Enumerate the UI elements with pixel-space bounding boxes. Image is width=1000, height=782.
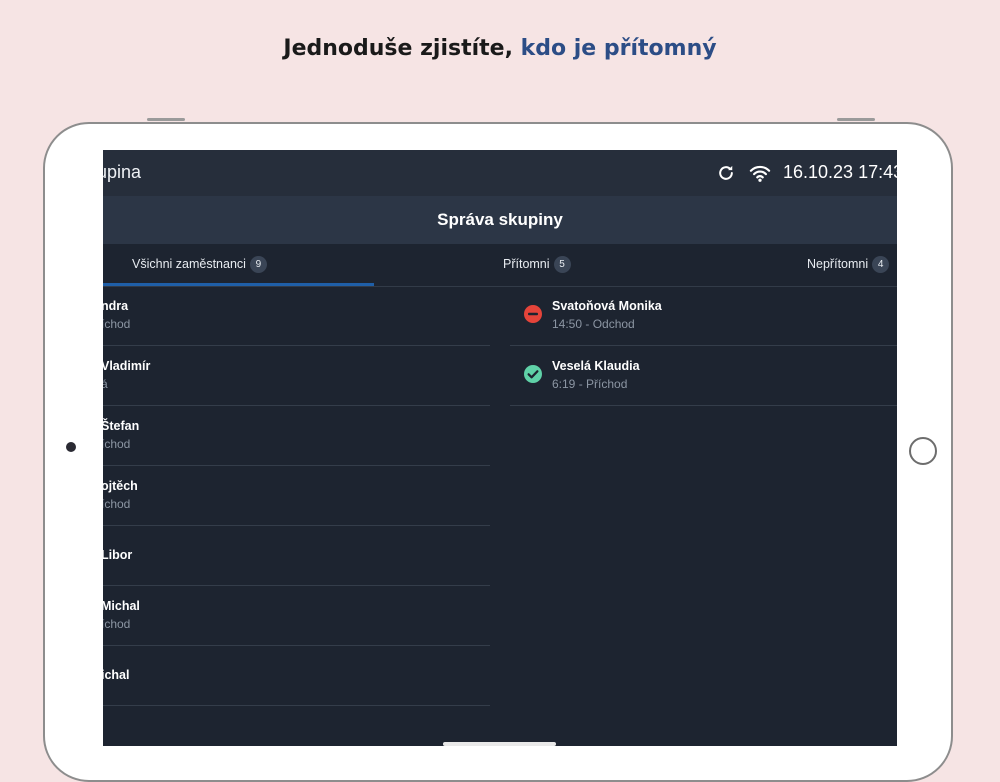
headline-main: Jednoduše zjistíte, xyxy=(283,36,521,61)
app-screen: upina 16.10.23 17:43 Správa skupiny Všic… xyxy=(103,150,897,746)
home-button[interactable] xyxy=(909,437,937,465)
count-badge: 4 xyxy=(872,256,890,273)
tab-present[interactable]: Přítomni 5 xyxy=(503,256,571,273)
app-title: upina xyxy=(103,162,142,182)
power-button xyxy=(837,118,875,121)
headline-accent: kdo je přítomný xyxy=(520,36,717,61)
employee-status: 6:19 - Příchod xyxy=(552,377,628,391)
list-item[interactable]: ndra íchod xyxy=(103,286,490,346)
list-item[interactable]: Michal íchod xyxy=(103,586,490,646)
minus-circle-icon xyxy=(524,305,542,323)
refresh-icon[interactable] xyxy=(716,163,736,183)
list-item[interactable]: Svatoňová Monika 14:50 - Odchod xyxy=(510,286,897,346)
employee-name: ichal xyxy=(103,668,130,682)
tab-label: Všichni zaměstnanci xyxy=(132,257,246,271)
count-badge: 5 xyxy=(553,256,571,273)
list-item[interactable]: Libor xyxy=(103,526,490,586)
home-indicator xyxy=(443,742,556,746)
clock: 16.10.23 17:43 xyxy=(783,162,897,182)
employee-name: Michal xyxy=(103,599,140,613)
employee-status: á xyxy=(103,377,108,391)
volume-button xyxy=(147,118,185,121)
count-badge: 9 xyxy=(249,256,267,273)
employee-name: Štefan xyxy=(103,419,140,433)
list-item[interactable]: Veselá Klaudia 6:19 - Příchod xyxy=(510,346,897,406)
employee-name: Veselá Klaudia xyxy=(552,359,640,373)
employee-status: íchod xyxy=(103,317,131,331)
employee-list-recent: Svatoňová Monika 14:50 - Odchod Veselá K… xyxy=(510,286,897,406)
wifi-icon xyxy=(749,165,771,182)
tab-label: Přítomni xyxy=(503,257,550,271)
employee-name: Vladimír xyxy=(103,359,151,373)
employee-status: íchod xyxy=(103,437,131,451)
list-item[interactable]: ichal xyxy=(103,646,490,706)
tab-absent[interactable]: Nepřítomni 4 xyxy=(807,256,890,273)
camera-dot xyxy=(66,442,76,452)
employee-status: 14:50 - Odchod xyxy=(552,317,635,331)
list-item[interactable]: ojtěch íchod xyxy=(103,466,490,526)
tab-all-employees[interactable]: Všichni zaměstnanci 9 xyxy=(132,256,267,273)
employee-status: íchod xyxy=(103,617,131,631)
employee-list-all: ndra íchod Vladimír á Štefan íchod ojtěc… xyxy=(103,286,490,706)
employee-name: Svatoňová Monika xyxy=(552,299,662,313)
list-item[interactable]: Štefan íchod xyxy=(103,406,490,466)
employee-status: íchod xyxy=(103,497,131,511)
list-item[interactable]: Vladimír á xyxy=(103,346,490,406)
tab-label: Nepřítomni xyxy=(807,257,869,271)
employee-name: Libor xyxy=(103,548,133,562)
check-circle-icon xyxy=(524,365,542,383)
status-bar: upina 16.10.23 17:43 xyxy=(103,150,897,196)
employee-name: ojtěch xyxy=(103,479,138,493)
employee-name: ndra xyxy=(103,299,129,313)
headline: Jednoduše zjistíte, kdo je přítomný xyxy=(0,36,1000,61)
page-title: Správa skupiny xyxy=(103,196,897,244)
tab-bar: Všichni zaměstnanci 9 Přítomni 5 Nepřítomn… xyxy=(103,244,897,287)
